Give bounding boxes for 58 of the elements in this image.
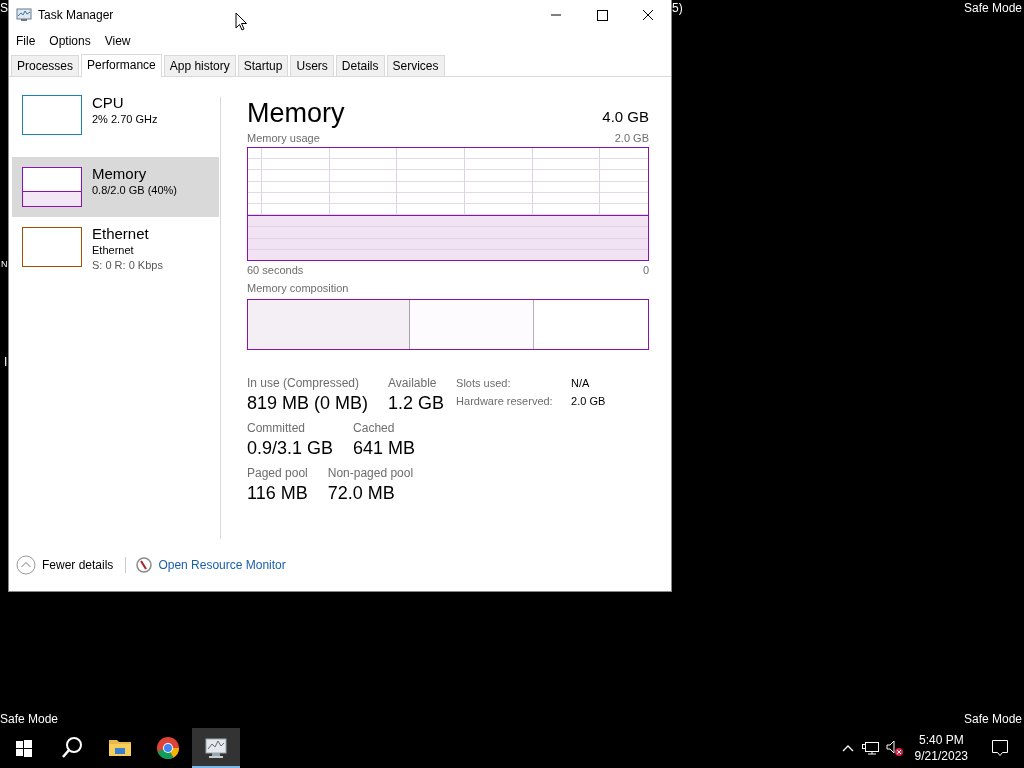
graph-label: Memory usage: [247, 131, 320, 145]
stat-value: 641 MB: [353, 437, 416, 460]
stat-value: 1.2 GB: [388, 392, 445, 415]
desktop-label: S: [0, 1, 8, 15]
item-detail: 0.8/2.0 GB (40%): [92, 183, 177, 198]
tab[interactable]: Details: [335, 55, 385, 76]
item-detail: 2% 2.70 GHz: [92, 112, 158, 127]
stat-label: Committed: [247, 421, 306, 436]
item-detail: S: 0 R: 0 Kbps: [92, 258, 163, 273]
stat-label: In use (Compressed): [247, 376, 361, 391]
item-name: Memory: [92, 164, 148, 183]
axis-label: 60 seconds: [247, 263, 304, 277]
stat-value: 116 MB: [247, 482, 308, 505]
menu-item[interactable]: File: [16, 34, 36, 48]
tab[interactable]: Performance: [81, 54, 162, 77]
item-detail: Ethernet: [92, 243, 135, 258]
tab[interactable]: Services: [386, 55, 445, 76]
property-value: 2.0 GB: [571, 394, 606, 409]
gauge-icon: [136, 557, 153, 573]
mouse-pointer-icon: [235, 12, 248, 31]
property-label: Hardware reserved:: [456, 394, 554, 409]
app-icon: [16, 8, 32, 22]
desktop-label: N: [1, 258, 8, 271]
property-label: Slots used:: [456, 376, 512, 391]
stat-label: Non-paged pool: [327, 466, 414, 481]
desktop-label: I: [4, 355, 8, 369]
muted-speaker-icon[interactable]: [885, 739, 904, 757]
menu-item[interactable]: View: [104, 34, 131, 48]
stat-value: 0.9/3.1 GB: [247, 437, 334, 460]
tab[interactable]: App history: [163, 55, 236, 76]
fewer-details-link[interactable]: Fewer details: [42, 558, 114, 572]
tab[interactable]: Processes: [11, 55, 80, 76]
network-icon[interactable]: [861, 740, 880, 756]
axis-label: 0: [642, 263, 649, 277]
resource-title: Memory: [247, 97, 345, 129]
item-name: Ethernet: [92, 224, 150, 243]
total-capacity: 4.0 GB: [602, 108, 649, 125]
task-manager-icon[interactable]: [192, 728, 240, 768]
graph-max: 2.0 GB: [614, 131, 649, 145]
sidebar-item[interactable]: Ethernet Ethernet S: 0 R: 0 Kbps: [12, 217, 219, 277]
stat-label: Paged pool: [247, 466, 308, 481]
desktop-label: Safe Mode: [963, 1, 1022, 15]
property-value: N/A: [571, 376, 591, 391]
graph-label: Memory composition: [247, 281, 350, 295]
stat-label: Cached: [353, 421, 396, 436]
stat-label: Available: [388, 376, 438, 391]
desktop-label: 5): [672, 1, 683, 15]
tab[interactable]: Users: [290, 55, 334, 76]
clock[interactable]: 5:40 PM 9/21/2023: [906, 732, 976, 764]
desktop-label: Safe Mode: [0, 712, 59, 726]
window-title: Task Manager: [38, 8, 114, 22]
sidebar-item[interactable]: Memory 0.8/2.0 GB (40%): [12, 157, 219, 217]
resource-monitor-link[interactable]: Open Resource Monitor: [158, 558, 286, 572]
stat-value: 819 MB (0 MB): [247, 392, 369, 415]
menu-item[interactable]: Options: [49, 34, 91, 48]
tab[interactable]: Startup: [237, 55, 289, 76]
desktop-label: Safe Mode: [963, 712, 1022, 726]
stat-value: 72.0 MB: [327, 482, 396, 505]
